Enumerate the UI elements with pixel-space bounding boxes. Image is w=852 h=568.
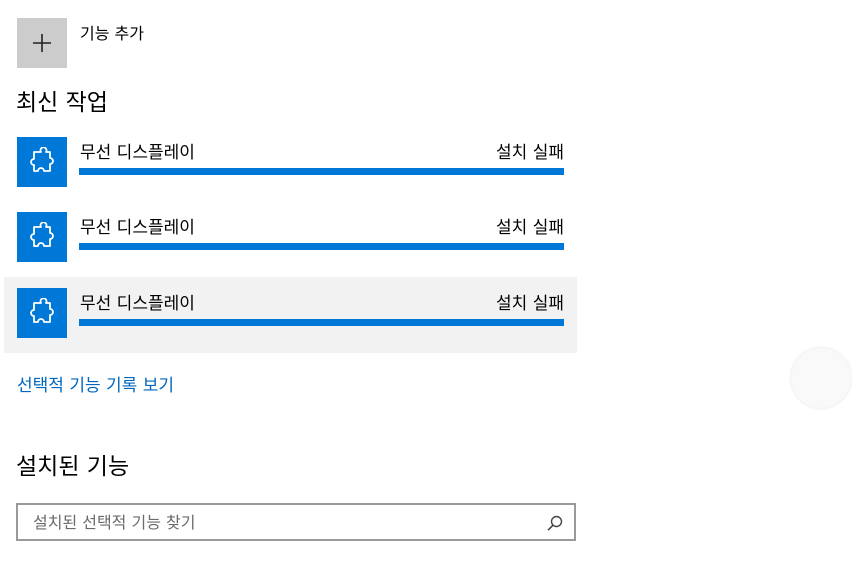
- installed-features-search-input[interactable]: [18, 505, 538, 539]
- installed-features-search-box[interactable]: [16, 503, 576, 541]
- job-progress-fill: [79, 168, 564, 175]
- job-progress-fill: [79, 319, 564, 326]
- installed-features-heading: 설치된 기능: [16, 454, 130, 480]
- recent-job-item[interactable]: 무선 디스플레이 설치 실패: [4, 201, 577, 277]
- recent-job-item[interactable]: 무선 디스플레이 설치 실패: [4, 126, 577, 202]
- job-progress-fill: [79, 243, 564, 250]
- job-progress-bar: [79, 243, 564, 250]
- recent-job-item[interactable]: 무선 디스플레이 설치 실패: [4, 277, 577, 353]
- job-progress-bar: [79, 319, 564, 326]
- optional-features-history-link[interactable]: 선택적 기능 기록 보기: [17, 371, 174, 396]
- job-status: 설치 실패: [496, 143, 564, 163]
- puzzle-piece-icon: [17, 212, 67, 262]
- job-status: 설치 실패: [496, 294, 564, 314]
- job-name: 무선 디스플레이: [80, 143, 195, 163]
- job-progress-bar: [79, 168, 564, 175]
- job-status: 설치 실패: [496, 218, 564, 238]
- floating-round-button[interactable]: [791, 348, 851, 408]
- job-name: 무선 디스플레이: [80, 218, 195, 238]
- add-feature-button[interactable]: [17, 18, 67, 68]
- search-icon[interactable]: [546, 514, 564, 532]
- plus-icon: [33, 34, 51, 52]
- job-name: 무선 디스플레이: [80, 294, 195, 314]
- recent-actions-heading: 최신 작업: [16, 90, 108, 116]
- puzzle-piece-icon: [17, 137, 67, 187]
- add-feature-label[interactable]: 기능 추가: [80, 20, 144, 44]
- puzzle-piece-icon: [17, 288, 67, 338]
